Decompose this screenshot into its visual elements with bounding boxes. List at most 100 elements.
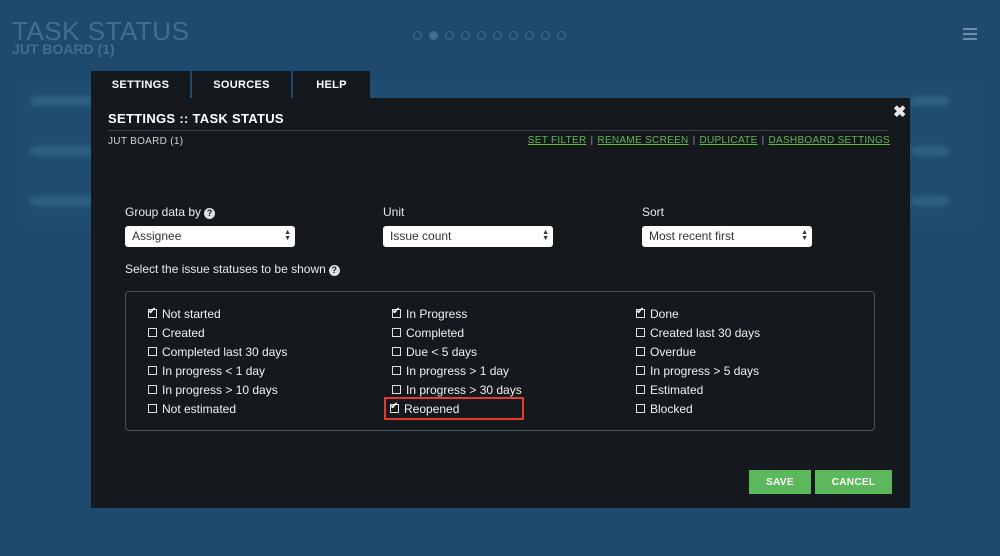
status-label: Estimated xyxy=(650,382,704,397)
checkbox-unchecked-icon[interactable] xyxy=(392,347,401,356)
page-dot[interactable] xyxy=(557,31,566,40)
status-checkbox-item[interactable]: Reopened xyxy=(384,397,524,420)
status-checkbox-item[interactable]: Completed xyxy=(392,323,522,342)
checkbox-unchecked-icon[interactable] xyxy=(148,404,157,413)
settings-modal: SETTINGS :: TASK STATUS JUT BOARD (1) SE… xyxy=(91,98,910,508)
status-checkbox-item[interactable]: In Progress xyxy=(392,304,522,323)
status-checkbox-item[interactable]: Completed last 30 days xyxy=(148,342,287,361)
status-checkbox-item[interactable]: In progress > 30 days xyxy=(392,380,522,399)
modal-links: SET FILTER | RENAME SCREEN | DUPLICATE | DASHB… xyxy=(528,135,890,146)
dashboard-settings-link[interactable]: DASHBOARD SETTINGS xyxy=(768,135,890,146)
status-label: Created xyxy=(162,325,205,340)
status-checkbox-item[interactable]: In progress < 1 day xyxy=(148,361,287,380)
checkbox-unchecked-icon[interactable] xyxy=(392,385,401,394)
page-dot[interactable] xyxy=(429,31,438,40)
checkbox-checked-icon[interactable] xyxy=(392,306,401,318)
status-label: Done xyxy=(650,306,679,321)
settings-tabs: SETTINGS SOURCES HELP xyxy=(91,71,372,98)
status-column-3: Done Created last 30 days Overdue In progre… xyxy=(636,304,760,418)
duplicate-link[interactable]: DUPLICATE xyxy=(699,135,757,146)
unit-label: Unit xyxy=(383,205,405,219)
page-dot[interactable] xyxy=(493,31,502,40)
checkbox-unchecked-icon[interactable] xyxy=(392,328,401,337)
modal-title: SETTINGS :: TASK STATUS xyxy=(108,111,284,126)
sort-select[interactable]: Most recent first ▲ ▼ xyxy=(642,226,812,247)
checkbox-unchecked-icon[interactable] xyxy=(636,328,645,337)
tab-settings[interactable]: SETTINGS xyxy=(91,71,190,98)
link-separator: | xyxy=(692,135,696,146)
group-by-select[interactable]: Assignee ▲ ▼ xyxy=(125,226,295,247)
link-separator: | xyxy=(761,135,765,146)
status-checkbox-item[interactable]: Estimated xyxy=(636,380,760,399)
group-by-label: Group data by? xyxy=(125,205,216,219)
status-checkbox-item[interactable]: Done xyxy=(636,304,760,323)
select-arrows-icon: ▲ ▼ xyxy=(542,229,549,242)
page-dot[interactable] xyxy=(461,31,470,40)
tab-sources[interactable]: SOURCES xyxy=(192,71,291,98)
status-label: Due < 5 days xyxy=(406,344,478,359)
page-dot[interactable] xyxy=(445,31,454,40)
status-checkbox-item[interactable]: Due < 5 days xyxy=(392,342,522,361)
page-dot[interactable] xyxy=(525,31,534,40)
checkbox-unchecked-icon[interactable] xyxy=(636,347,645,356)
status-checkbox-item[interactable]: Created xyxy=(148,323,287,342)
checkbox-unchecked-icon[interactable] xyxy=(392,366,401,375)
status-checkbox-item[interactable]: Not estimated xyxy=(148,399,287,418)
cancel-button[interactable]: CANCEL xyxy=(815,470,892,494)
checkbox-unchecked-icon[interactable] xyxy=(148,385,157,394)
checkbox-checked-icon[interactable] xyxy=(148,306,157,318)
sort-label: Sort xyxy=(642,205,665,219)
hamburger-menu-icon[interactable] xyxy=(963,28,977,43)
status-checkbox-item[interactable]: In progress > 5 days xyxy=(636,361,760,380)
checkbox-unchecked-icon[interactable] xyxy=(636,404,645,413)
status-checkbox-item[interactable]: In progress > 10 days xyxy=(148,380,287,399)
status-label: In progress > 10 days xyxy=(162,382,278,397)
status-checkbox-item[interactable]: Not started xyxy=(148,304,287,323)
status-label: Not estimated xyxy=(162,401,237,416)
status-label: Completed last 30 days xyxy=(162,344,288,359)
status-label: In progress > 30 days xyxy=(406,382,522,397)
status-checkbox-item[interactable]: Blocked xyxy=(636,399,760,418)
page-dot[interactable] xyxy=(509,31,518,40)
status-label: Reopened xyxy=(404,401,460,416)
checkbox-unchecked-icon[interactable] xyxy=(636,366,645,375)
checkbox-unchecked-icon[interactable] xyxy=(148,366,157,375)
help-icon[interactable]: ? xyxy=(328,265,340,276)
checkbox-checked-icon[interactable] xyxy=(390,401,399,413)
select-arrows-icon: ▲ ▼ xyxy=(284,229,291,242)
status-checkbox-item[interactable]: In progress > 1 day xyxy=(392,361,522,380)
page-dot[interactable] xyxy=(413,31,422,40)
page-dot[interactable] xyxy=(477,31,486,40)
page-dots xyxy=(413,31,566,40)
checkbox-unchecked-icon[interactable] xyxy=(148,328,157,337)
status-label: Blocked xyxy=(650,401,693,416)
title-divider xyxy=(108,130,889,131)
help-icon[interactable]: ? xyxy=(204,208,216,219)
set-filter-link[interactable]: SET FILTER xyxy=(528,135,587,146)
checkbox-unchecked-icon[interactable] xyxy=(148,347,157,356)
status-label: In progress < 1 day xyxy=(162,363,266,378)
status-checkbox-item[interactable]: Created last 30 days xyxy=(636,323,760,342)
status-label: Not started xyxy=(162,306,221,321)
select-arrows-icon: ▲ ▼ xyxy=(801,229,808,242)
status-label: Completed xyxy=(406,325,465,340)
status-label: Created last 30 days xyxy=(650,325,761,340)
status-label: In progress > 1 day xyxy=(406,363,510,378)
status-instructions: Select the issue statuses to be shown? xyxy=(125,262,340,276)
status-checkbox-item[interactable]: Overdue xyxy=(636,342,760,361)
checkbox-checked-icon[interactable] xyxy=(636,306,645,318)
status-column-1: Not started Created Completed last 30 days… xyxy=(148,304,287,418)
rename-screen-link[interactable]: RENAME SCREEN xyxy=(597,135,688,146)
tab-help[interactable]: HELP xyxy=(293,71,370,98)
page-dot[interactable] xyxy=(541,31,550,40)
checkbox-unchecked-icon[interactable] xyxy=(636,385,645,394)
dashboard-subtitle: JUT BOARD (1) xyxy=(12,41,115,57)
board-name: JUT BOARD (1) xyxy=(108,136,184,147)
status-label: In progress > 5 days xyxy=(650,363,760,378)
save-button[interactable]: SAVE xyxy=(749,470,811,494)
close-icon[interactable]: ✖ xyxy=(893,102,906,122)
status-label: Overdue xyxy=(650,344,697,359)
status-column-2: In Progress Completed Due < 5 days In progr… xyxy=(384,304,524,420)
link-separator: | xyxy=(590,135,594,146)
unit-select[interactable]: Issue count ▲ ▼ xyxy=(383,226,553,247)
